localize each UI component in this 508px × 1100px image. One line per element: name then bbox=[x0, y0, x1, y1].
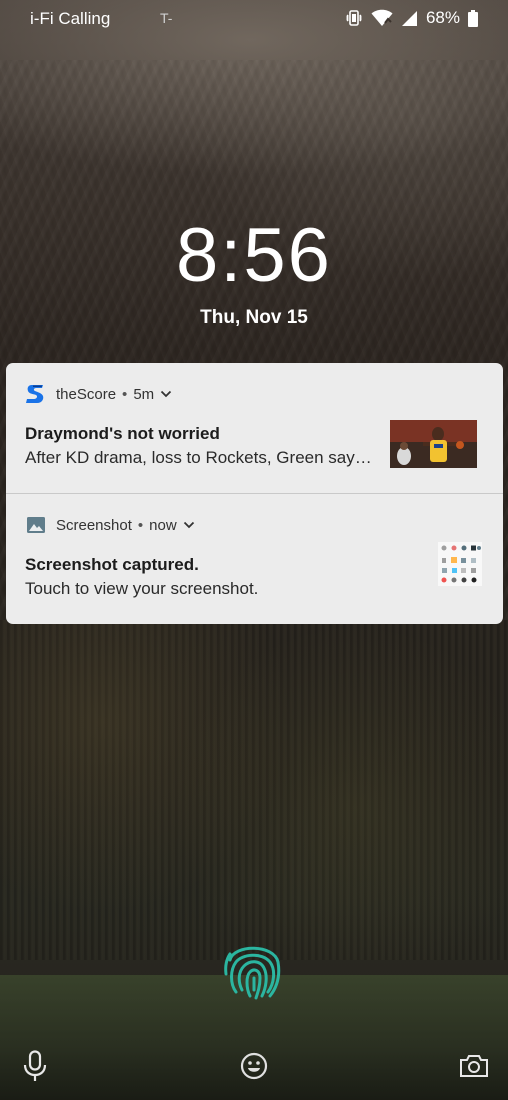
status-bar: i-Fi Calling T- 68% bbox=[0, 0, 508, 40]
basketball-player-image bbox=[390, 420, 477, 468]
image-icon bbox=[27, 517, 45, 533]
app-name: Screenshot bbox=[56, 516, 132, 534]
camera-icon[interactable] bbox=[459, 1054, 489, 1078]
fingerprint-icon[interactable] bbox=[216, 930, 292, 1006]
chevron-down-icon[interactable] bbox=[183, 521, 195, 529]
carrier-icon: T- bbox=[160, 10, 173, 26]
notification-title: Draymond's not worried bbox=[25, 424, 220, 443]
clock-time: 8:56 bbox=[176, 213, 332, 298]
vibrate-icon bbox=[346, 10, 362, 26]
screenshot-preview-image bbox=[441, 545, 481, 583]
notification-header: Screenshot • now bbox=[25, 514, 195, 536]
microphone-icon[interactable] bbox=[22, 1050, 48, 1082]
carrier-label: i-Fi Calling bbox=[30, 9, 111, 28]
notification-panel: theScore • 5m Draymond's not worried Aft… bbox=[6, 363, 503, 624]
app-name: theScore bbox=[56, 385, 117, 403]
notification-screenshot[interactable]: Screenshot • now Screenshot captured. To… bbox=[6, 494, 503, 624]
cell-signal-icon bbox=[401, 10, 417, 26]
status-icons: 68% bbox=[345, 8, 478, 28]
emoji-icon[interactable] bbox=[240, 1052, 268, 1080]
notification-header: theScore • 5m bbox=[25, 383, 172, 405]
header-separator: • bbox=[137, 516, 144, 534]
notification-time: 5m bbox=[133, 385, 155, 403]
lock-screen: i-Fi Calling T- 68% 8:56 Thu, Nov 15 the… bbox=[0, 0, 508, 1100]
notification-thescore[interactable]: theScore • 5m Draymond's not worried Aft… bbox=[6, 363, 503, 493]
wallpaper-forest bbox=[0, 620, 508, 960]
notification-body: Touch to view your screenshot. bbox=[25, 579, 259, 598]
notification-thumbnail-screenshot bbox=[438, 542, 482, 586]
header-separator: • bbox=[122, 385, 128, 403]
battery-icon bbox=[468, 9, 478, 27]
notification-thumbnail-photo bbox=[390, 420, 477, 468]
notification-title: Screenshot captured. bbox=[25, 555, 199, 574]
notification-time: now bbox=[149, 516, 177, 534]
notification-body: After KD drama, loss to Rockets, Green s… bbox=[25, 448, 372, 467]
clock-date: Thu, Nov 15 bbox=[200, 307, 308, 328]
chevron-down-icon[interactable] bbox=[160, 390, 172, 398]
battery-percent: 68% bbox=[425, 8, 460, 27]
thescore-app-icon bbox=[26, 385, 44, 403]
wifi-icon bbox=[371, 9, 393, 26]
